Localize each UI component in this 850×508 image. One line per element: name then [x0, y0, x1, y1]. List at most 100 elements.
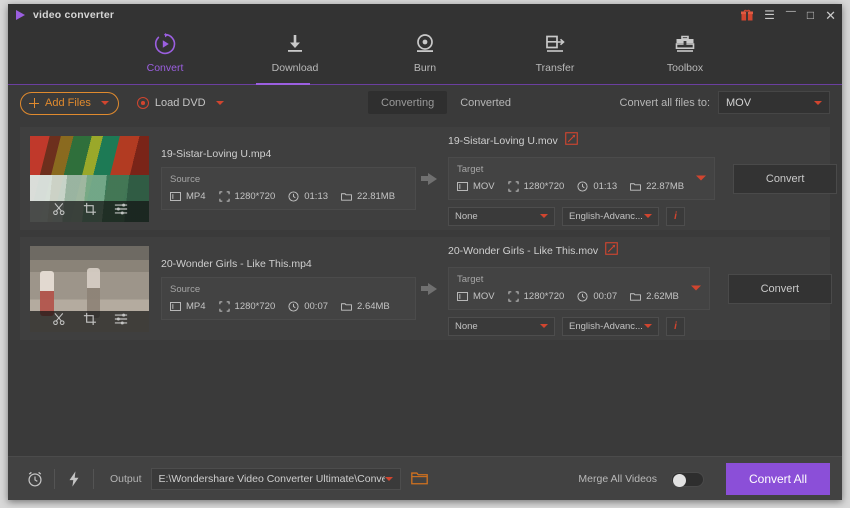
target-format-value: MOV [473, 290, 495, 302]
divider [54, 468, 55, 489]
target-file-name: 20-Wonder Girls - Like This.mov [448, 244, 599, 257]
source-duration: 00:07 [288, 301, 328, 312]
target-column: 19-Sistar-Loving U.mov Target MOV 1280*7… [448, 131, 716, 226]
high-speed-icon[interactable] [59, 470, 89, 488]
target-settings-chevron-down-icon[interactable] [696, 175, 707, 181]
clock-icon [577, 180, 588, 192]
crop-icon[interactable] [83, 312, 97, 331]
scheduler-icon[interactable] [20, 470, 50, 488]
table-row[interactable]: 20-Wonder Girls - Like This.mp4 Source M… [20, 237, 832, 340]
target-settings-chevron-down-icon[interactable] [690, 285, 701, 291]
subtitle-select[interactable]: None [448, 316, 555, 336]
arrow-right-icon [420, 172, 437, 185]
target-meta-box: Target MOV 1280*720 01:13 22.87MB [448, 156, 716, 200]
effect-icon[interactable] [114, 202, 128, 221]
trim-icon[interactable] [52, 312, 66, 331]
trim-icon[interactable] [52, 202, 66, 221]
convert-button[interactable]: Convert [727, 273, 832, 304]
target-format: MOV [457, 181, 495, 192]
output-path-select[interactable]: E:\Wondershare Video Converter Ultimate\… [150, 467, 401, 490]
conversion-arrow [416, 282, 448, 295]
effect-icon[interactable] [114, 312, 128, 331]
action-toolbar: Add Files Load DVD Converting Converted … [8, 85, 842, 121]
edit-icon[interactable] [605, 241, 618, 260]
target-title: Target [457, 163, 484, 175]
chevron-down-icon [814, 100, 822, 105]
maximize-icon[interactable]: □ [807, 9, 814, 21]
source-column: 19-Sistar-Loving U.mp4 Source MP4 1280*7… [161, 148, 416, 210]
crop-icon[interactable] [83, 202, 97, 221]
subtitle-value: None [455, 320, 478, 332]
open-folder-button[interactable] [410, 471, 428, 486]
subtitle-select[interactable]: None [448, 206, 555, 226]
target-resolution-value: 1280*720 [523, 180, 565, 192]
close-icon[interactable]: ✕ [825, 9, 836, 22]
transfer-icon [543, 31, 567, 57]
audio-track-value: English-Advanc... [569, 320, 643, 332]
add-files-button[interactable]: Add Files [20, 91, 119, 115]
info-button[interactable]: i [666, 206, 685, 226]
gift-icon[interactable] [741, 9, 754, 21]
row-action-column: Convert [710, 273, 832, 304]
convert-button[interactable]: Convert [733, 163, 838, 194]
folder-icon [630, 292, 642, 301]
audio-track-select[interactable]: English-Advanc... [562, 206, 659, 226]
app-title: video converter [33, 9, 115, 21]
output-path-value: E:\Wondershare Video Converter Ultimate\… [158, 472, 385, 485]
tab-converted[interactable]: Converted [447, 91, 524, 114]
nav-item-transfer[interactable]: Transfer [517, 31, 593, 74]
minimize-icon[interactable]: — [786, 7, 796, 17]
file-icon [457, 291, 468, 301]
edit-icon[interactable] [564, 131, 578, 150]
output-label: Output [110, 472, 142, 485]
source-file-name: 20-Wonder Girls - Like This.mp4 [161, 257, 312, 270]
target-duration-value: 00:07 [593, 290, 618, 302]
info-button[interactable]: i [666, 316, 685, 336]
nav-label-toolbox: Toolbox [666, 62, 704, 74]
video-thumbnail[interactable] [30, 135, 149, 222]
resolution-icon [508, 180, 519, 192]
resolution-icon [508, 290, 519, 302]
nav-item-convert[interactable]: Convert [127, 31, 203, 74]
target-size: 22.87MB [630, 181, 684, 192]
convert-all-format-group: Convert all files to: MOV [620, 91, 830, 114]
thumbnail-tools [30, 200, 149, 222]
chevron-down-icon [540, 214, 548, 218]
nav-item-download[interactable]: Download [257, 31, 333, 74]
chevron-down-icon[interactable] [100, 101, 109, 105]
arrow-right-icon [420, 282, 437, 295]
source-size-value: 22.81MB [357, 190, 396, 202]
source-resolution: 1280*720 [218, 191, 275, 202]
menu-icon[interactable]: ☰ [764, 9, 775, 21]
source-format-value: MP4 [186, 300, 206, 312]
chevron-down-icon [540, 324, 548, 328]
nav-item-burn[interactable]: Burn [387, 31, 463, 74]
audio-track-select[interactable]: English-Advanc... [562, 316, 659, 336]
nav-item-toolbox[interactable]: Toolbox [647, 31, 723, 74]
source-meta-box: Source MP4 1280*720 00:07 2.64MB [161, 276, 416, 320]
table-row[interactable]: 19-Sistar-Loving U.mp4 Source MP4 1280*7… [20, 127, 838, 230]
target-column: 20-Wonder Girls - Like This.mov Target M… [448, 241, 710, 336]
main-nav: Convert Download Burn Transfer Toolbox [8, 26, 842, 85]
source-resolution: 1280*720 [218, 301, 275, 312]
toggle-knob [673, 473, 686, 487]
video-thumbnail[interactable] [30, 245, 149, 332]
folder-icon [630, 182, 642, 191]
load-dvd-button[interactable]: Load DVD [136, 92, 224, 115]
load-dvd-label: Load DVD [154, 97, 206, 109]
target-title: Target [457, 273, 484, 285]
toolbox-icon [673, 31, 697, 57]
audio-track-value: English-Advanc... [569, 210, 643, 222]
source-file-name: 19-Sistar-Loving U.mp4 [161, 147, 272, 160]
window-controls: ☰ — □ ✕ [741, 4, 836, 26]
file-icon [170, 301, 181, 311]
merge-all-videos-label: Merge All Videos [578, 473, 657, 485]
output-format-select[interactable]: MOV [718, 91, 830, 114]
tab-converting[interactable]: Converting [368, 91, 448, 114]
merge-all-videos-toggle[interactable] [671, 471, 704, 487]
chevron-down-icon [644, 214, 652, 218]
conversion-arrow [416, 172, 448, 185]
burn-icon [413, 31, 437, 57]
convert-all-button[interactable]: Convert All [726, 463, 830, 495]
chevron-down-icon[interactable] [215, 101, 224, 105]
